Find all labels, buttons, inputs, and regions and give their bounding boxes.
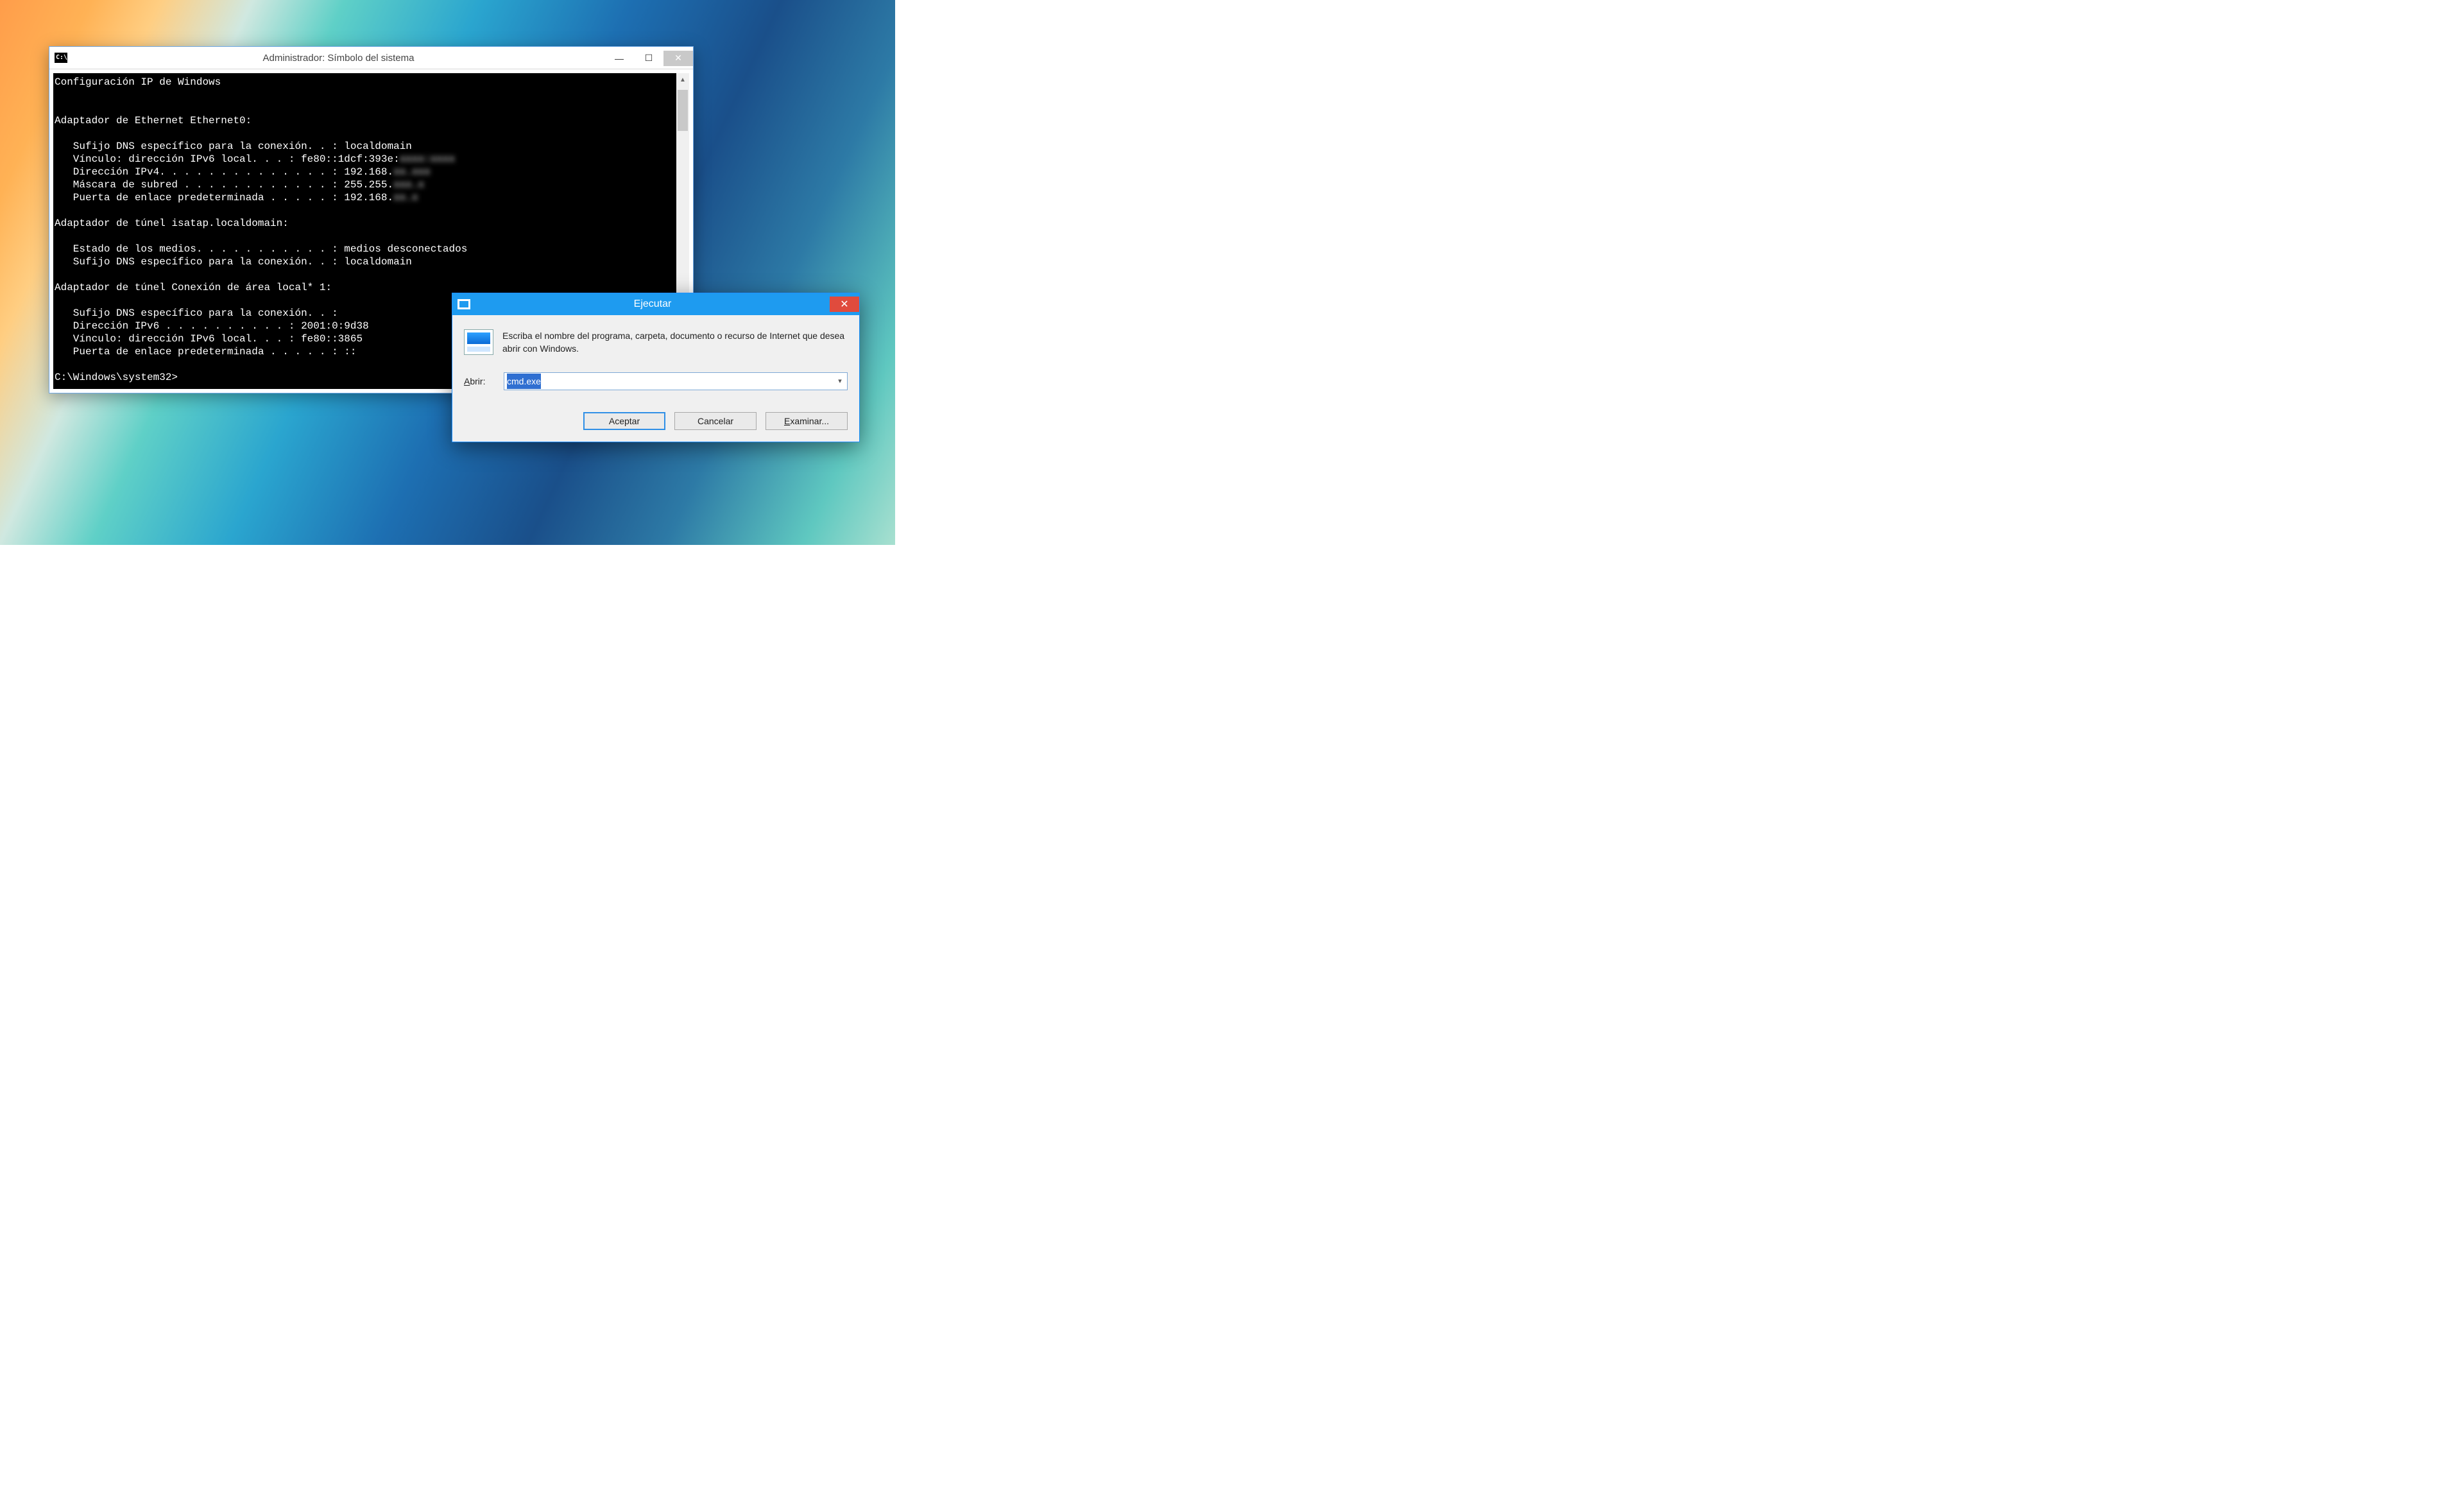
cancel-button[interactable]: Cancelar	[674, 412, 757, 430]
cmd-line: Adaptador de túnel Conexión de área loca…	[55, 282, 332, 293]
cmd-line: Sufijo DNS específico para la conexión. …	[55, 307, 338, 319]
run-open-label: Abrir:	[464, 376, 495, 386]
cmd-blurred-text: xx.xxx	[393, 166, 431, 178]
cmd-blurred-text: xxx.x	[393, 179, 424, 191]
run-titlebar[interactable]: Ejecutar ✕	[452, 293, 859, 315]
cmd-line: Puerta de enlace predeterminada . . . . …	[55, 192, 393, 203]
cmd-line: Máscara de subred . . . . . . . . . . . …	[55, 179, 393, 191]
scroll-thumb[interactable]	[678, 90, 688, 131]
cmd-window-title: Administrador: Símbolo del sistema	[73, 53, 604, 64]
cmd-line: Vínculo: dirección IPv6 local. . . : fe8…	[55, 333, 363, 345]
close-button[interactable]: ✕	[663, 51, 693, 66]
cmd-line: Puerta de enlace predeterminada . . . . …	[55, 346, 356, 358]
cmd-line: Vínculo: dirección IPv6 local. . . : fe8…	[55, 153, 400, 165]
run-program-icon	[464, 329, 493, 355]
run-open-input[interactable]	[504, 374, 833, 389]
run-dialog-icon	[458, 299, 470, 309]
cmd-line: Adaptador de túnel isatap.localdomain:	[55, 218, 289, 229]
cmd-line: Dirección IPv6 . . . . . . . . . . : 200…	[55, 320, 369, 332]
cmd-line: Adaptador de Ethernet Ethernet0:	[55, 115, 252, 126]
ok-button[interactable]: Aceptar	[583, 412, 665, 430]
cmd-prompt: C:\Windows\system32>	[55, 372, 178, 383]
scroll-up-icon[interactable]: ▲	[676, 73, 689, 86]
chevron-down-icon[interactable]: ▾	[833, 377, 847, 385]
close-button[interactable]: ✕	[830, 297, 859, 312]
cmd-blurred-text: xx.x	[393, 192, 418, 203]
desktop-background: C:\ Administrador: Símbolo del sistema ―…	[0, 0, 895, 545]
cmd-line: Estado de los medios. . . . . . . . . . …	[55, 243, 467, 255]
run-description: Escriba el nombre del programa, carpeta,…	[502, 329, 848, 356]
cmd-line: Configuración IP de Windows	[55, 76, 221, 88]
cmd-line: Sufijo DNS específico para la conexión. …	[55, 141, 412, 152]
browse-button[interactable]: Examinar...	[766, 412, 848, 430]
maximize-button[interactable]: ☐	[634, 51, 663, 66]
cmd-line: Dirección IPv4. . . . . . . . . . . . . …	[55, 166, 393, 178]
cmd-blurred-text: xxxx:xxxx	[400, 153, 455, 165]
cmd-line: Sufijo DNS específico para la conexión. …	[55, 256, 412, 268]
run-open-combobox[interactable]: ▾	[504, 372, 848, 390]
minimize-button[interactable]: ―	[604, 51, 634, 66]
run-dialog: Ejecutar ✕ Escriba el nombre del program…	[452, 293, 860, 442]
cmd-titlebar[interactable]: C:\ Administrador: Símbolo del sistema ―…	[49, 47, 693, 69]
run-dialog-title: Ejecutar	[475, 298, 830, 310]
cmd-system-icon[interactable]: C:\	[55, 53, 67, 63]
